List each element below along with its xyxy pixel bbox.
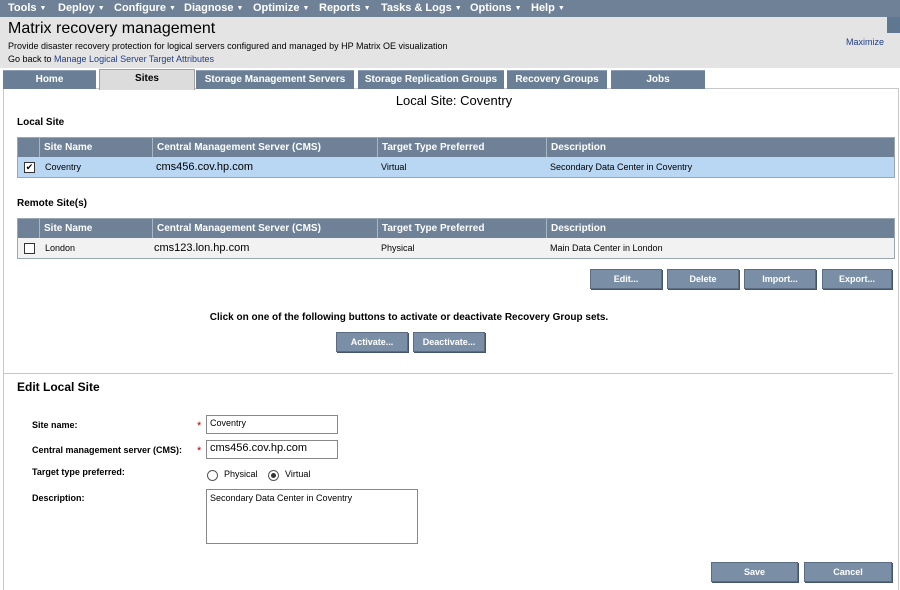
chevron-down-icon: ▼ — [236, 5, 244, 12]
section-divider — [3, 373, 893, 374]
goback-prefix: Go back to — [8, 54, 55, 64]
local-site-table: Site Name Central Management Server (CMS… — [17, 137, 895, 178]
local-site-label: Local Site — [17, 117, 65, 128]
chevron-down-icon: ▼ — [557, 5, 565, 12]
save-button[interactable]: Save — [711, 562, 798, 582]
chevron-down-icon: ▼ — [168, 5, 176, 12]
goback-link[interactable]: Manage Logical Server Target Attributes — [54, 54, 214, 64]
column-header-target-type[interactable]: Target Type Preferred — [377, 138, 546, 157]
column-header-cms[interactable]: Central Management Server (CMS) — [152, 219, 377, 238]
chevron-down-icon: ▼ — [302, 5, 310, 12]
site-name-input[interactable]: Coventry — [206, 415, 338, 434]
column-header-cms[interactable]: Central Management Server (CMS) — [152, 138, 377, 157]
activation-instructions: Click on one of the following buttons to… — [209, 312, 609, 323]
menu-reports[interactable]: Reports ▼ — [319, 2, 371, 14]
chevron-down-icon: ▼ — [39, 5, 47, 12]
goback-line: Go back to Manage Logical Server Target … — [8, 54, 214, 64]
cell-cms: cms123.lon.hp.com — [154, 242, 250, 254]
checkmark-icon: ✔ — [25, 162, 34, 172]
virtual-radio[interactable] — [268, 470, 279, 481]
delete-button[interactable]: Delete — [667, 269, 739, 289]
tab-storage-management-servers[interactable]: Storage Management Servers — [196, 70, 354, 89]
table-row[interactable]: ✔ Coventry cms456.cov.hp.com Virtual Sec… — [18, 157, 894, 177]
deactivate-button[interactable]: Deactivate... — [413, 332, 485, 352]
cell-description: Main Data Center in London — [550, 243, 663, 253]
menu-configure-label: Configure — [114, 2, 166, 14]
app-header: Matrix recovery management Provide disas… — [0, 17, 900, 68]
maximize-icon[interactable] — [887, 17, 900, 33]
maximize-link[interactable]: Maximize — [846, 37, 884, 47]
physical-radio[interactable] — [207, 470, 218, 481]
menu-configure[interactable]: Configure ▼ — [114, 2, 176, 14]
target-type-label: Target type preferred: — [32, 467, 125, 477]
tab-recovery-groups[interactable]: Recovery Groups — [507, 70, 607, 89]
menu-reports-label: Reports — [319, 2, 361, 14]
column-header-site-name[interactable]: Site Name — [39, 138, 152, 157]
chevron-down-icon: ▼ — [97, 5, 105, 12]
tab-home[interactable]: Home — [3, 70, 96, 89]
menu-tools[interactable]: Tools ▼ — [8, 2, 46, 14]
menu-options-label: Options — [470, 2, 512, 14]
cell-description: Secondary Data Center in Coventry — [550, 162, 693, 172]
description-textarea[interactable]: Secondary Data Center in Coventry — [206, 489, 418, 544]
table-row[interactable]: London cms123.lon.hp.com Physical Main D… — [18, 238, 894, 258]
menu-optimize[interactable]: Optimize ▼ — [253, 2, 309, 14]
row-checkbox[interactable] — [24, 243, 35, 254]
page-title: Local Site: Coventry — [395, 93, 513, 108]
menu-diagnose-label: Diagnose — [184, 2, 234, 14]
menu-deploy-label: Deploy — [58, 2, 95, 14]
cell-site-name: Coventry — [45, 162, 82, 172]
virtual-radio-label[interactable]: Virtual — [285, 469, 310, 479]
menu-help[interactable]: Help ▼ — [531, 2, 565, 14]
menu-options[interactable]: Options ▼ — [470, 2, 522, 14]
column-header-description[interactable]: Description — [546, 138, 894, 157]
cms-input[interactable]: cms456.cov.hp.com — [206, 440, 338, 459]
menu-tools-label: Tools — [8, 2, 37, 14]
edit-button[interactable]: Edit... — [590, 269, 662, 289]
app-title: Matrix recovery management — [8, 20, 216, 37]
cell-target-type: Physical — [381, 243, 415, 253]
menu-tasks-logs[interactable]: Tasks & Logs ▼ — [381, 2, 462, 14]
column-header-description[interactable]: Description — [546, 219, 894, 238]
cancel-button[interactable]: Cancel — [804, 562, 892, 582]
menu-deploy[interactable]: Deploy ▼ — [58, 2, 105, 14]
chevron-down-icon: ▼ — [514, 5, 522, 12]
menu-bar: Tools ▼ Deploy ▼ Configure ▼ Diagnose ▼ Opti… — [0, 0, 900, 17]
menu-diagnose[interactable]: Diagnose ▼ — [184, 2, 243, 14]
app-subtitle: Provide disaster recovery protection for… — [8, 41, 448, 51]
cms-label: Central management server (CMS): — [32, 445, 183, 455]
row-checkbox[interactable]: ✔ — [24, 162, 35, 173]
chevron-down-icon: ▼ — [363, 5, 371, 12]
table-header: Site Name Central Management Server (CMS… — [18, 219, 894, 238]
menu-optimize-label: Optimize — [253, 2, 300, 14]
column-header-site-name[interactable]: Site Name — [39, 219, 152, 238]
activate-button[interactable]: Activate... — [336, 332, 408, 352]
remote-sites-table: Site Name Central Management Server (CMS… — [17, 218, 895, 259]
cell-cms: cms456.cov.hp.com — [156, 161, 254, 173]
required-indicator: * — [197, 420, 202, 432]
edit-local-site-title: Edit Local Site — [17, 380, 100, 394]
column-header-target-type[interactable]: Target Type Preferred — [377, 219, 546, 238]
tab-jobs[interactable]: Jobs — [611, 70, 705, 89]
menu-help-label: Help — [531, 2, 555, 14]
required-indicator: * — [197, 445, 202, 457]
site-name-label: Site name: — [32, 420, 78, 430]
cell-target-type: Virtual — [381, 162, 407, 172]
chevron-down-icon: ▼ — [454, 5, 462, 12]
remote-sites-label: Remote Site(s) — [17, 198, 88, 209]
import-button[interactable]: Import... — [744, 269, 816, 289]
export-button[interactable]: Export... — [822, 269, 892, 289]
table-header: Site Name Central Management Server (CMS… — [18, 138, 894, 157]
tab-storage-replication-groups[interactable]: Storage Replication Groups — [358, 70, 504, 89]
description-label: Description: — [32, 493, 85, 503]
cell-site-name: London — [45, 243, 76, 253]
tab-sites[interactable]: Sites — [99, 69, 195, 90]
menu-tasks-logs-label: Tasks & Logs — [381, 2, 452, 14]
physical-radio-label[interactable]: Physical — [224, 469, 258, 479]
